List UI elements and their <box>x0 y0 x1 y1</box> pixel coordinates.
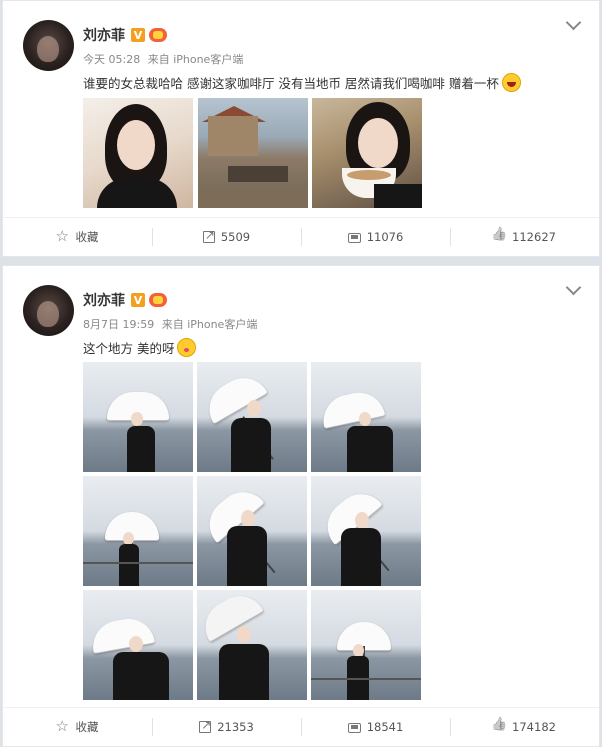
laugh-emoji-icon <box>501 73 521 92</box>
comment-icon <box>347 233 361 243</box>
post-actions: 收藏 21353 18541 174182 <box>3 707 599 746</box>
repost-button[interactable]: 5509 <box>152 218 301 256</box>
repost-count: 21353 <box>217 720 254 734</box>
kiss-emoji-icon <box>177 338 197 357</box>
share-icon <box>199 718 211 733</box>
favorite-button[interactable]: 收藏 <box>3 708 152 746</box>
verified-badge-icon: V <box>131 293 145 307</box>
chevron-down-icon[interactable] <box>565 14 582 31</box>
comment-count: 11076 <box>366 230 404 244</box>
post-text: 谁要的女总裁哈哈 感谢这家咖啡厅 没有当地币 居然请我们喝咖啡 赠着一杯 <box>83 73 521 92</box>
like-count: 112627 <box>512 230 556 244</box>
star-icon <box>56 227 70 245</box>
comment-icon <box>347 723 361 733</box>
post-actions: 收藏 5509 11076 112627 <box>3 217 599 256</box>
comment-button[interactable]: 18541 <box>301 708 450 746</box>
verified-badge-icon: V <box>131 28 145 42</box>
photo-portrait[interactable] <box>83 98 193 208</box>
author-name[interactable]: 刘亦菲 <box>83 290 125 310</box>
star-icon <box>56 717 70 735</box>
post-card: 刘亦菲 V 8月7日 19:59 来自 iPhone客户端 这个地方 美的呀 ☆… <box>2 265 600 747</box>
post-meta: 8月7日 19:59 来自 iPhone客户端 <box>83 316 261 332</box>
post-time[interactable]: 8月7日 19:59 <box>83 318 154 331</box>
thumbs-up-icon <box>493 721 506 734</box>
favorite-label: 收藏 <box>75 720 99 734</box>
repost-count: 5509 <box>220 230 251 244</box>
photo-umbrella[interactable] <box>83 476 193 586</box>
photo-umbrella[interactable] <box>311 476 421 586</box>
like-count: 174182 <box>512 720 556 734</box>
author-row: 刘亦菲 V <box>83 290 167 310</box>
like-button[interactable]: 174182 <box>450 708 599 746</box>
photo-umbrella[interactable] <box>197 362 307 472</box>
author-name[interactable]: 刘亦菲 <box>83 25 125 45</box>
photo-umbrella[interactable] <box>197 590 307 700</box>
post-text-content: 谁要的女总裁哈哈 感谢这家咖啡厅 没有当地币 居然请我们喝咖啡 赠着一杯 <box>83 76 499 91</box>
photo-umbrella[interactable] <box>83 590 193 700</box>
post-time[interactable]: 今天 05:28 <box>83 53 140 66</box>
avatar[interactable] <box>23 20 74 71</box>
post-text-content: 这个地方 美的呀 <box>83 341 175 356</box>
post-source: 来自 iPhone客户端 <box>147 53 244 66</box>
comment-button[interactable]: 11076 <box>301 218 450 256</box>
photo-umbrella[interactable] <box>83 362 193 472</box>
comment-count: 18541 <box>366 720 404 734</box>
post-source: 来自 iPhone客户端 <box>161 318 258 331</box>
photo-umbrella[interactable] <box>311 590 421 700</box>
vip-badge-icon <box>149 28 167 42</box>
post-text: 这个地方 美的呀 <box>83 338 197 357</box>
thumbs-up-icon <box>493 231 506 244</box>
vip-badge-icon <box>149 293 167 307</box>
author-row: 刘亦菲 V <box>83 25 167 45</box>
photo-coffee[interactable] <box>312 98 422 208</box>
post-card: 刘亦菲 V 今天 05:28 来自 iPhone客户端 谁要的女总裁哈哈 感谢这… <box>2 0 600 257</box>
favorite-button[interactable]: 收藏 <box>3 218 152 256</box>
photo-cafe[interactable] <box>198 98 308 208</box>
photo-umbrella[interactable] <box>311 362 421 472</box>
share-icon <box>202 228 215 243</box>
like-button[interactable]: 112627 <box>450 218 599 256</box>
avatar[interactable] <box>23 285 74 336</box>
chevron-down-icon[interactable] <box>565 279 582 296</box>
repost-button[interactable]: 21353 <box>152 708 301 746</box>
post-meta: 今天 05:28 来自 iPhone客户端 <box>83 51 247 67</box>
favorite-label: 收藏 <box>75 230 99 244</box>
photo-umbrella[interactable] <box>197 476 307 586</box>
